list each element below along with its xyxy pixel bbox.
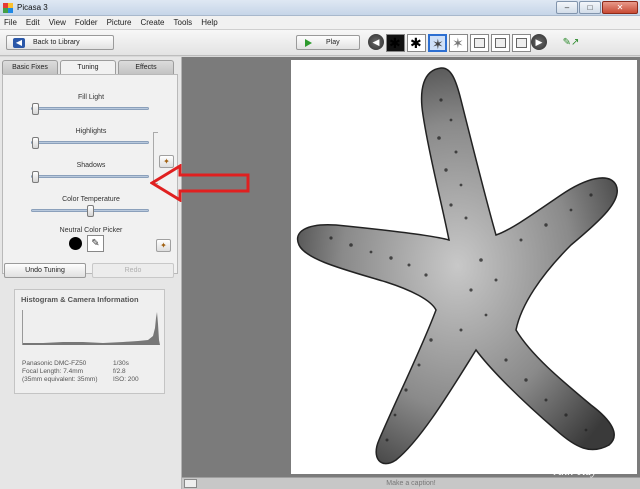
toolbar: ◀ Back to Library Play ◀ ✱ ✱ ✶ ✶ ▶ ✎↗ <box>0 30 640 56</box>
menu-folder[interactable]: Folder <box>75 18 98 27</box>
play-label: Play <box>326 39 340 46</box>
menu-bar: File Edit View Folder Picture Create Too… <box>0 16 640 30</box>
iso: ISO: 200 <box>113 376 139 383</box>
play-button[interactable]: Play <box>296 35 360 50</box>
close-button[interactable]: ✕ <box>602 1 638 14</box>
histogram-panel: Histogram & Camera Information Panasonic… <box>14 289 165 394</box>
caption-input[interactable]: Make a caption! <box>182 478 640 489</box>
filmstrip: ✱ ✱ ✶ ✶ <box>386 34 531 52</box>
aperture: f/2.8 <box>113 368 126 375</box>
camera-model: Panasonic DMC-FZ50 <box>22 360 87 367</box>
next-photo-button[interactable]: ▶ <box>531 34 547 50</box>
people-icon[interactable]: ✎↗ <box>560 36 582 49</box>
undo-tuning-button[interactable]: Undo Tuning <box>4 263 86 278</box>
minimize-button[interactable]: – <box>556 1 578 14</box>
filmstrip-thumb[interactable]: ✱ <box>407 34 426 52</box>
color-temperature-slider-thumb[interactable] <box>86 205 94 217</box>
neutral-color-swatch <box>69 237 82 250</box>
shutter-speed: 1/30s <box>113 360 129 367</box>
tab-effects[interactable]: Effects <box>118 60 174 74</box>
menu-tools[interactable]: Tools <box>174 18 193 27</box>
shadows-slider-thumb[interactable] <box>32 171 39 183</box>
back-to-library-label: Back to Library <box>33 39 80 46</box>
fill-light-slider-thumb[interactable] <box>32 103 39 115</box>
focal-equivalent: (35mm equivalent: 35mm) <box>22 376 98 383</box>
photo-viewer <box>182 57 640 477</box>
filmstrip-thumb[interactable] <box>470 34 489 52</box>
filmstrip-thumb[interactable] <box>512 34 531 52</box>
filmstrip-thumb-selected[interactable]: ✶ <box>428 34 447 52</box>
previous-photo-button[interactable]: ◀ <box>368 34 384 50</box>
menu-create[interactable]: Create <box>140 18 164 27</box>
filmstrip-thumb[interactable]: ✶ <box>449 34 468 52</box>
window-title: Picasa 3 <box>17 3 48 12</box>
color-temperature-slider[interactable] <box>31 205 149 217</box>
fill-light-label: Fill Light <box>77 94 105 101</box>
redo-button[interactable]: Redo <box>92 263 174 278</box>
menu-picture[interactable]: Picture <box>107 18 132 27</box>
tab-tuning[interactable]: Tuning <box>60 60 116 75</box>
watermark: Ann-Kay <box>554 464 597 478</box>
title-bar: Picasa 3 – □ ✕ <box>0 0 640 16</box>
filmstrip-thumb[interactable]: ✱ <box>386 34 405 52</box>
fill-light-slider[interactable] <box>31 103 149 115</box>
menu-view[interactable]: View <box>49 18 66 27</box>
focal-length: Focal Length: 7.4mm <box>22 368 84 375</box>
highlights-slider[interactable] <box>31 137 149 149</box>
picasa-logo-icon <box>3 2 13 13</box>
highlights-slider-thumb[interactable] <box>32 137 39 149</box>
histogram-graph <box>22 310 160 345</box>
eyedropper-icon[interactable]: ✎ <box>87 235 104 252</box>
menu-file[interactable]: File <box>4 18 17 27</box>
auto-color-wand-button[interactable]: ✦ <box>156 239 171 252</box>
starfish-photo[interactable] <box>291 60 637 474</box>
menu-help[interactable]: Help <box>201 18 217 27</box>
edit-panel: Basic Fixes Tuning Effects Fill Light Hi… <box>0 57 182 489</box>
back-arrow-icon: ◀ <box>13 37 25 48</box>
neutral-color-picker-label: Neutral Color Picker <box>59 227 123 234</box>
shadows-slider[interactable] <box>31 171 149 183</box>
play-icon <box>305 38 312 47</box>
filmstrip-thumb[interactable] <box>491 34 510 52</box>
menu-edit[interactable]: Edit <box>26 18 40 27</box>
tab-basic-fixes[interactable]: Basic Fixes <box>2 60 58 74</box>
maximize-button[interactable]: □ <box>579 1 601 14</box>
back-to-library-button[interactable]: ◀ Back to Library <box>6 35 114 50</box>
histogram-title: Histogram & Camera Information <box>21 295 139 304</box>
annotation-arrow <box>150 164 250 202</box>
